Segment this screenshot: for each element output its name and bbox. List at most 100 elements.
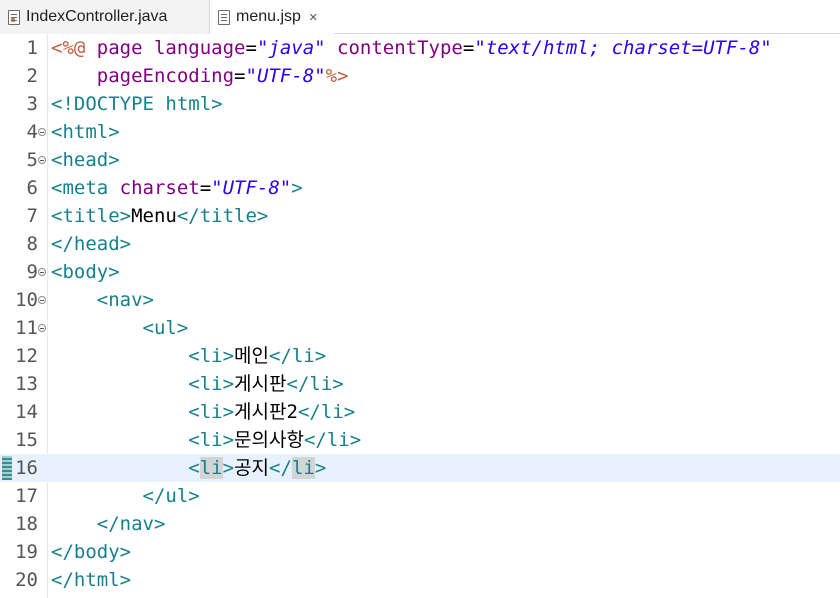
code-line[interactable]: 6 <meta charset="UTF-8"> xyxy=(0,174,840,202)
code-text: <li>메인</li> xyxy=(51,342,326,370)
code-line[interactable]: 15 <li>문의사항</li> xyxy=(0,426,840,454)
fold-toggle-icon[interactable] xyxy=(38,128,46,136)
code-line[interactable]: 3 <!DOCTYPE html> xyxy=(0,90,840,118)
code-token: <li> xyxy=(188,401,235,423)
code-line[interactable]: 19 </body> xyxy=(0,538,840,566)
code-text: <meta charset="UTF-8"> xyxy=(51,174,303,202)
tab-menu-jsp[interactable]: menu.jsp × xyxy=(210,0,334,34)
fold-toggle-icon[interactable] xyxy=(38,324,46,332)
code-line[interactable]: 4 <html> xyxy=(0,118,840,146)
tab-label: IndexController.java xyxy=(26,8,168,25)
line-number: 10 xyxy=(15,289,38,311)
line-number: 11 xyxy=(15,317,38,339)
code-token: </title> xyxy=(176,205,269,227)
code-text: </head> xyxy=(51,230,131,258)
code-line[interactable]: 10 <nav> xyxy=(0,286,840,314)
code-text: <li>문의사항</li> xyxy=(51,426,361,454)
line-number: 16 xyxy=(15,457,38,479)
code-token: 문의사항 xyxy=(234,429,304,451)
code-token: <li> xyxy=(188,429,235,451)
code-token: > xyxy=(314,457,327,479)
code-token: <body> xyxy=(51,261,120,283)
fold-toggle-icon[interactable] xyxy=(38,268,46,276)
line-number: 1 xyxy=(26,37,38,59)
code-token: > xyxy=(222,457,235,479)
code-token: <head> xyxy=(51,149,120,171)
code-token: < xyxy=(188,457,200,479)
code-token: </li> xyxy=(286,373,344,395)
code-token: <%@ xyxy=(51,37,97,59)
code-token: = xyxy=(234,65,246,87)
editor-tab-bar: IndexController.java menu.jsp × xyxy=(0,0,840,34)
code-line[interactable]: 7 <title>Menu</title> xyxy=(0,202,840,230)
close-icon[interactable]: × xyxy=(309,9,318,26)
code-token: html xyxy=(165,93,212,115)
code-line[interactable]: 12 <li>메인</li> xyxy=(0,342,840,370)
code-text: <title>Menu</title> xyxy=(51,202,268,230)
code-token: Menu xyxy=(131,205,177,227)
code-token: </nav> xyxy=(96,513,166,535)
code-token: 공지 xyxy=(234,457,270,479)
code-text: <body> xyxy=(51,258,120,286)
code-text: <li>게시판</li> xyxy=(51,370,344,398)
code-token: </ xyxy=(269,457,292,479)
code-token: "text/html; charset=UTF-8" xyxy=(474,37,772,59)
code-line[interactable]: 17 </ul> xyxy=(0,482,840,510)
line-number: 2 xyxy=(26,65,38,87)
code-token: </li> xyxy=(297,401,356,423)
code-line[interactable]: 16 <li>공지</li> xyxy=(0,454,840,482)
code-line[interactable]: 8 </head> xyxy=(0,230,840,258)
line-number: 5 xyxy=(26,149,38,171)
jsp-file-icon xyxy=(218,9,230,25)
line-number: 18 xyxy=(15,513,38,535)
code-line[interactable]: 5 <head> xyxy=(0,146,840,174)
code-line[interactable]: 11 <ul> xyxy=(0,314,840,342)
code-text: </nav> xyxy=(51,510,166,538)
code-line[interactable]: 2 pageEncoding="UTF-8"%> xyxy=(0,62,840,90)
code-token: contentType xyxy=(337,37,463,59)
code-text: <!DOCTYPE html> xyxy=(51,90,223,118)
code-line[interactable]: 18 </nav> xyxy=(0,510,840,538)
code-token: "UTF-8" xyxy=(211,177,292,199)
code-token: </head> xyxy=(51,233,132,255)
line-number: 7 xyxy=(26,205,38,227)
code-token: %> xyxy=(325,65,349,87)
code-text: <%@ page language="java" contentType="te… xyxy=(51,34,772,62)
code-text: <html> xyxy=(51,118,120,146)
line-number: 4 xyxy=(26,121,38,143)
code-token: </ul> xyxy=(142,485,200,507)
code-token: <li> xyxy=(188,373,235,395)
code-token: 게시판 xyxy=(234,373,287,395)
code-token: <ul> xyxy=(142,317,189,339)
code-text: <ul> xyxy=(51,314,189,342)
code-token: <html> xyxy=(51,121,120,143)
code-text: </html> xyxy=(51,566,131,594)
tab-label: menu.jsp xyxy=(236,8,301,25)
code-editor[interactable]: 1 <%@ page language="java" contentType="t… xyxy=(0,34,840,598)
code-line[interactable]: 13 <li>게시판</li> xyxy=(0,370,840,398)
fold-toggle-icon[interactable] xyxy=(38,296,46,304)
code-token: = xyxy=(462,37,475,59)
code-token: <!DOCTYPE xyxy=(51,93,166,115)
tab-index-controller[interactable]: IndexController.java xyxy=(0,0,210,34)
fold-toggle-icon[interactable] xyxy=(38,156,46,164)
code-line[interactable]: 9 <body> xyxy=(0,258,840,286)
code-token: <li> xyxy=(188,345,235,367)
code-line[interactable]: 1 <%@ page language="java" contentType="t… xyxy=(0,34,840,62)
line-number: 3 xyxy=(26,93,38,115)
code-line[interactable]: 20 </html> xyxy=(0,566,840,594)
code-token: <meta xyxy=(51,177,120,199)
line-number: 14 xyxy=(15,401,38,423)
code-text: </ul> xyxy=(51,482,200,510)
code-text: pageEncoding="UTF-8"%> xyxy=(51,62,349,90)
code-line[interactable]: 14 <li>게시판2</li> xyxy=(0,398,840,426)
code-token: page xyxy=(96,37,154,59)
line-number: 9 xyxy=(26,261,38,283)
